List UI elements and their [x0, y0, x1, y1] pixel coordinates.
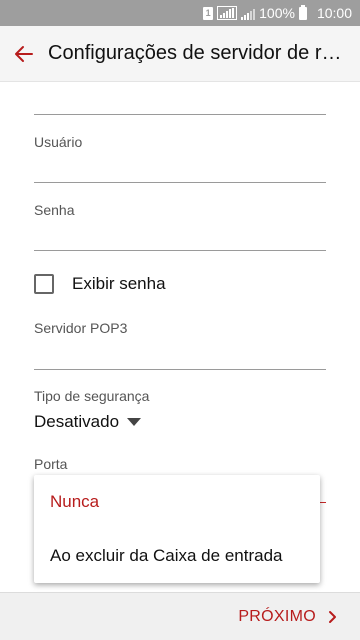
- show-password-label: Exibir senha: [72, 274, 166, 293]
- bottom-bar: PRÓXIMO: [0, 592, 360, 640]
- chevron-right-icon: [328, 610, 338, 624]
- next-button-label: PRÓXIMO: [238, 607, 316, 625]
- password-field[interactable]: [34, 222, 326, 250]
- pop3-server-label: Servidor POP3: [34, 320, 128, 336]
- cellular-signal-icon: [241, 7, 256, 20]
- show-password-row[interactable]: Exibir senha: [34, 274, 166, 294]
- dropdown-caret-icon: [127, 418, 142, 426]
- dropdown-option-on-delete-inbox[interactable]: Ao excluir da Caixa de entrada: [34, 529, 320, 583]
- show-password-checkbox[interactable]: [34, 274, 54, 294]
- pop3-server-field[interactable]: [34, 340, 326, 368]
- status-bar: 1 100% 10:00: [0, 0, 360, 26]
- screen: 1 100% 10:00 Configurações de servidor d…: [0, 0, 360, 640]
- delete-from-server-dropdown: Nunca Ao excluir da Caixa de entrada: [34, 475, 320, 583]
- password-label: Senha: [34, 202, 75, 218]
- username-label: Usuário: [34, 134, 83, 150]
- security-type-value: Desativado: [34, 412, 120, 431]
- port-label: Porta: [34, 456, 68, 472]
- username-underline: [34, 182, 326, 183]
- signal-icon: [217, 6, 238, 20]
- password-underline: [34, 250, 326, 251]
- sim-icon: 1: [203, 6, 214, 20]
- security-type-dropdown[interactable]: Desativado: [34, 412, 142, 432]
- next-button[interactable]: PRÓXIMO: [238, 608, 338, 626]
- back-arrow-icon[interactable]: [0, 26, 48, 82]
- page-title: Configurações de servidor de rec...: [48, 42, 348, 64]
- app-bar: Configurações de servidor de rec...: [0, 26, 360, 82]
- previous-field-underline: [34, 114, 326, 115]
- dropdown-option-never[interactable]: Nunca: [34, 475, 320, 529]
- battery-percent: 100%: [259, 5, 295, 21]
- clock: 10:00: [316, 5, 352, 21]
- username-field[interactable]: [34, 154, 326, 182]
- security-type-label: Tipo de segurança: [34, 388, 150, 404]
- pop3-server-underline: [34, 369, 326, 370]
- battery-icon: [298, 4, 307, 20]
